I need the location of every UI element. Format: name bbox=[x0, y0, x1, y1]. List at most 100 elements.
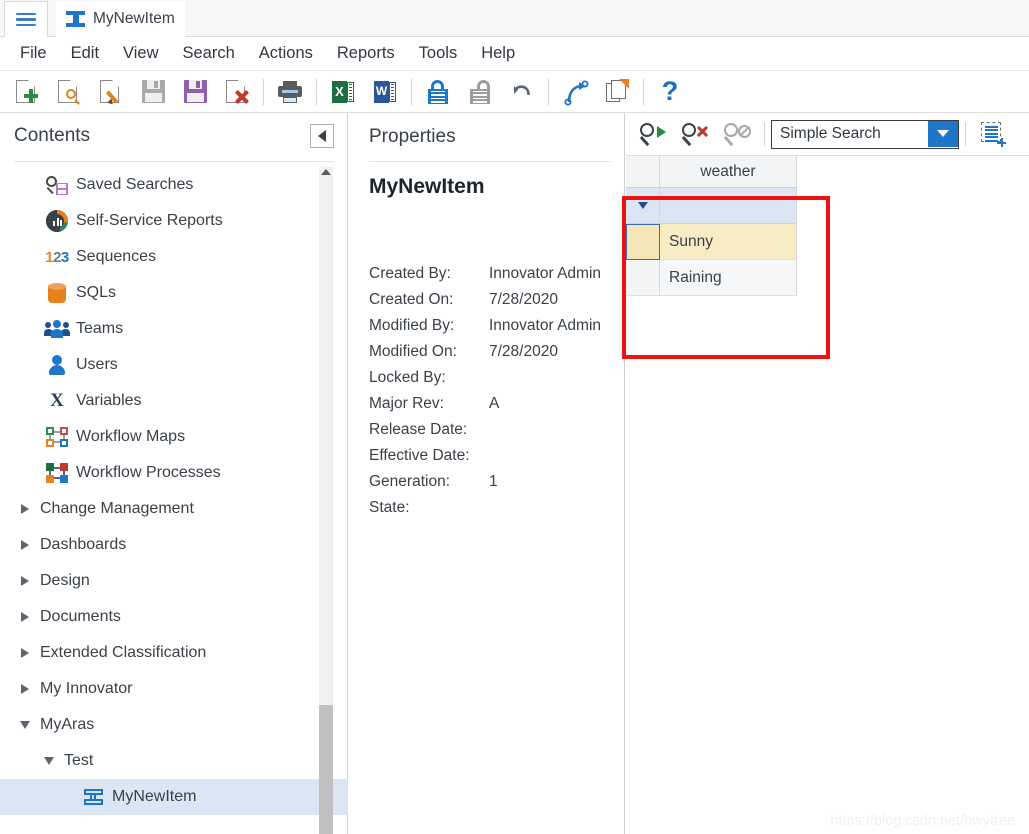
cell-weather[interactable]: Raining bbox=[660, 260, 797, 296]
tree-item-label: MyNewItem bbox=[112, 788, 197, 805]
tab-my-new-item[interactable]: MyNewItem bbox=[56, 1, 185, 37]
menu-search[interactable]: Search bbox=[171, 42, 247, 65]
grid-header-index[interactable] bbox=[626, 156, 660, 188]
field-value-modified-by: Innovator Admin bbox=[489, 317, 602, 334]
contents-panel: Contents Saved Searches Self-Service Rep… bbox=[0, 113, 348, 834]
chevron-down-icon[interactable] bbox=[637, 202, 648, 209]
row-selector[interactable] bbox=[626, 224, 660, 260]
menu-edit[interactable]: Edit bbox=[59, 42, 111, 65]
menu-reports[interactable]: Reports bbox=[325, 42, 407, 65]
relationships-panel: Simple Search weather Sunny Raining bbox=[626, 113, 1029, 834]
scrollbar-thumb[interactable] bbox=[319, 705, 333, 834]
cell-weather[interactable]: Sunny bbox=[660, 224, 797, 260]
collapse-contents-button[interactable] bbox=[310, 124, 334, 148]
tree-item-label: Workflow Maps bbox=[76, 428, 186, 445]
tree-item-change-management[interactable]: Change Management bbox=[0, 491, 348, 527]
save-item-button[interactable] bbox=[174, 73, 216, 111]
menu-actions[interactable]: Actions bbox=[247, 42, 325, 65]
grid-header-row: weather bbox=[626, 156, 797, 188]
tree-item-label: SQLs bbox=[76, 284, 117, 301]
tree-item-my-innovator[interactable]: My Innovator bbox=[0, 671, 348, 707]
properties-panel: Properties MyNewItem Created By: Innovat… bbox=[349, 113, 625, 834]
menu-view[interactable]: View bbox=[111, 42, 170, 65]
chevron-down-icon[interactable] bbox=[928, 120, 958, 147]
twisty-collapsed-icon[interactable] bbox=[14, 684, 36, 694]
tree-item-self-service-reports[interactable]: Self-Service Reports bbox=[0, 203, 348, 239]
teams-icon bbox=[44, 320, 70, 338]
toolbar-separator bbox=[316, 78, 317, 105]
field-value-state bbox=[489, 495, 619, 521]
tree-item-workflow-processes[interactable]: Workflow Processes bbox=[0, 455, 348, 491]
tree-item-label: Design bbox=[40, 572, 90, 589]
field-label-created-by: Created By: bbox=[369, 265, 451, 282]
tree-item-documents[interactable]: Documents bbox=[0, 599, 348, 635]
tree-item-dashboards[interactable]: Dashboards bbox=[0, 527, 348, 563]
tree-item-label: Workflow Processes bbox=[76, 464, 221, 481]
contents-scrollbar[interactable] bbox=[319, 167, 333, 834]
twisty-expanded-icon[interactable] bbox=[38, 757, 60, 765]
tree-item-users[interactable]: Users bbox=[0, 347, 348, 383]
export-excel-button[interactable]: X bbox=[322, 73, 364, 111]
tree-item-saved-searches[interactable]: Saved Searches bbox=[0, 167, 348, 203]
tree-item-myaras[interactable]: MyAras bbox=[0, 707, 348, 743]
tree-item-sqls[interactable]: SQLs bbox=[0, 275, 348, 311]
scroll-up-icon[interactable] bbox=[321, 169, 331, 175]
menu-tools[interactable]: Tools bbox=[407, 42, 470, 65]
toolbar-separator bbox=[411, 78, 412, 105]
unlock-icon bbox=[469, 79, 491, 104]
menu-file[interactable]: File bbox=[8, 42, 59, 65]
delete-item-button[interactable] bbox=[216, 73, 258, 111]
menu-bar: File Edit View Search Actions Reports To… bbox=[0, 37, 1029, 71]
tree-item-workflow-maps[interactable]: Workflow Maps bbox=[0, 419, 348, 455]
twisty-collapsed-icon[interactable] bbox=[14, 576, 36, 586]
grid-filter-row[interactable] bbox=[626, 188, 797, 224]
tree-item-variables[interactable]: X Variables bbox=[0, 383, 348, 419]
promote-button[interactable] bbox=[554, 73, 596, 111]
field-label-state: State: bbox=[369, 499, 410, 516]
help-icon: ? bbox=[661, 76, 679, 106]
grid-filter-toggle[interactable] bbox=[626, 188, 660, 224]
edit-item-button[interactable] bbox=[90, 73, 132, 111]
tree-item-sequences[interactable]: 123 Sequences bbox=[0, 239, 348, 275]
run-search-button[interactable] bbox=[632, 117, 674, 151]
export-word-button[interactable]: W bbox=[364, 73, 406, 111]
undo-button[interactable] bbox=[501, 73, 543, 111]
field-label-modified-on: Modified On: bbox=[369, 343, 457, 360]
row-selector[interactable] bbox=[626, 260, 660, 296]
tree-item-label: My Innovator bbox=[40, 680, 133, 697]
search-item-button[interactable] bbox=[48, 73, 90, 111]
search-mode-select[interactable]: Simple Search bbox=[771, 119, 959, 149]
copy-item-button[interactable] bbox=[596, 73, 638, 111]
item-type-icon bbox=[83, 789, 103, 805]
twisty-collapsed-icon[interactable] bbox=[14, 648, 36, 658]
new-row-button[interactable] bbox=[972, 117, 1014, 151]
tree-item-extended-classification[interactable]: Extended Classification bbox=[0, 635, 348, 671]
print-button[interactable] bbox=[269, 73, 311, 111]
tree-item-design[interactable]: Design bbox=[0, 563, 348, 599]
disable-search-button[interactable] bbox=[716, 117, 758, 151]
new-item-button[interactable] bbox=[6, 73, 48, 111]
twisty-collapsed-icon[interactable] bbox=[14, 612, 36, 622]
field-label-created-on: Created On: bbox=[369, 291, 454, 308]
tree-item-my-new-item[interactable]: MyNewItem bbox=[0, 779, 348, 815]
twisty-expanded-icon[interactable] bbox=[14, 721, 36, 729]
clear-search-button[interactable] bbox=[674, 117, 716, 151]
search-mode-value: Simple Search bbox=[780, 125, 881, 142]
save-button[interactable] bbox=[132, 73, 174, 111]
toolbar-separator bbox=[263, 78, 264, 105]
help-button[interactable]: ? bbox=[649, 73, 691, 111]
export-excel-icon: X bbox=[332, 80, 354, 103]
main-menu-button[interactable] bbox=[4, 1, 48, 37]
twisty-collapsed-icon[interactable] bbox=[14, 540, 36, 550]
lock-button[interactable] bbox=[417, 73, 459, 111]
grid-header-weather[interactable]: weather bbox=[660, 156, 797, 188]
tree-item-teams[interactable]: Teams bbox=[0, 311, 348, 347]
tree-item-test[interactable]: Test bbox=[0, 743, 348, 779]
grid-filter-cell-weather[interactable] bbox=[660, 188, 797, 224]
table-row[interactable]: Sunny bbox=[626, 224, 797, 260]
menu-help[interactable]: Help bbox=[469, 42, 527, 65]
unlock-button[interactable] bbox=[459, 73, 501, 111]
search-toolbar: Simple Search bbox=[626, 113, 1029, 156]
twisty-collapsed-icon[interactable] bbox=[14, 504, 36, 514]
table-row[interactable]: Raining bbox=[626, 260, 797, 296]
